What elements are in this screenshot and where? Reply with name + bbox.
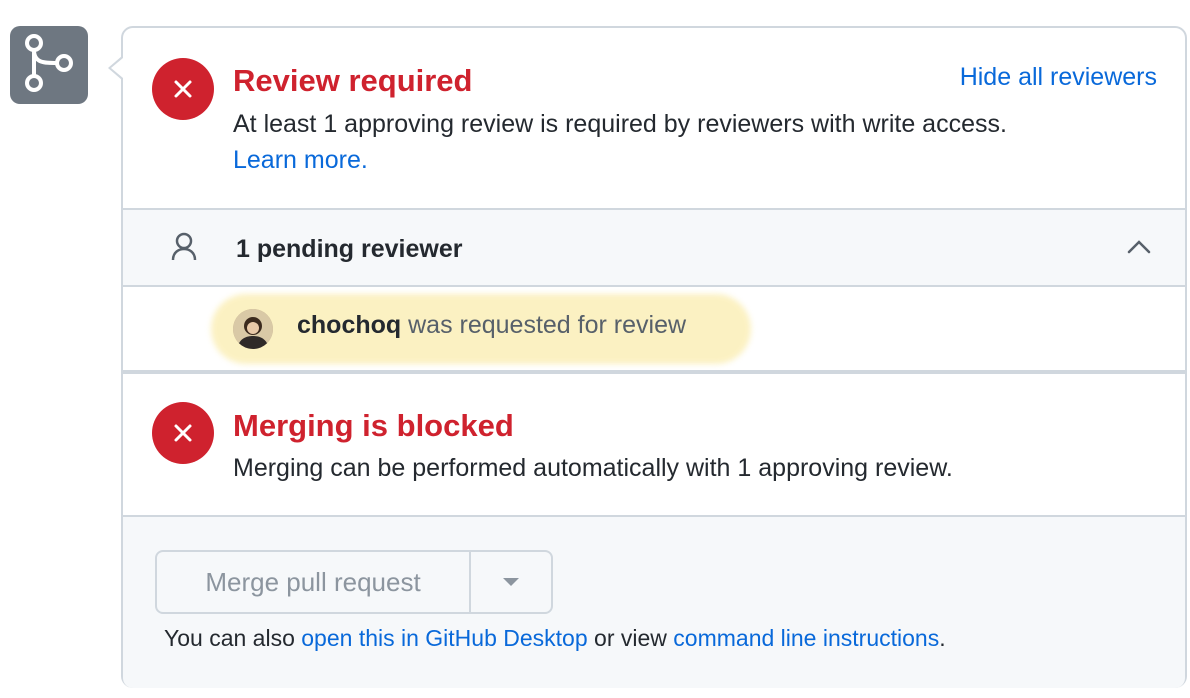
also-suffix: . (939, 625, 946, 651)
also-middle: or view (587, 625, 674, 651)
person-icon (171, 232, 197, 267)
chevron-up-icon[interactable] (1127, 240, 1151, 259)
alternate-merge-options: You can also open this in GitHub Desktop… (164, 625, 946, 652)
reviewer-status-text: chochoq was requested for review (297, 311, 686, 340)
merge-box: Review required At least 1 approving rev… (121, 26, 1187, 688)
merge-pull-request-button[interactable]: Merge pull request (157, 552, 471, 612)
git-branch-icon (22, 33, 76, 98)
learn-more-link[interactable]: Learn more. (233, 146, 368, 174)
caret-down-icon (503, 578, 519, 586)
panel-pointer-fill (111, 58, 123, 78)
reviewer-status: was requested for review (401, 311, 687, 339)
merging-blocked-title: Merging is blocked (233, 408, 514, 443)
review-required-title: Review required (233, 63, 473, 98)
merge-button-group: Merge pull request (155, 550, 553, 614)
review-required-section: Review required At least 1 approving rev… (123, 28, 1185, 208)
pending-reviewers-label: 1 pending reviewer (236, 235, 463, 263)
merging-blocked-description: Merging can be performed automatically w… (233, 454, 953, 482)
blocked-error-icon (152, 402, 214, 464)
merge-status-badge (10, 26, 88, 104)
reviewer-row: chochoq was requested for review (123, 287, 1185, 373)
section-divider (123, 370, 1185, 374)
review-required-description: At least 1 approving review is required … (233, 110, 1007, 138)
merge-footer: Merge pull request You can also open thi… (123, 515, 1185, 688)
pending-reviewers-header[interactable]: 1 pending reviewer (123, 208, 1185, 287)
hide-all-reviewers-link[interactable]: Hide all reviewers (960, 63, 1157, 92)
github-desktop-link[interactable]: open this in GitHub Desktop (301, 625, 587, 651)
review-error-icon (152, 58, 214, 120)
avatar[interactable] (233, 309, 273, 349)
also-prefix: You can also (164, 625, 302, 651)
command-line-instructions-link[interactable]: command line instructions (673, 625, 939, 651)
merge-options-dropdown[interactable] (471, 552, 551, 612)
reviewer-name-link[interactable]: chochoq (297, 311, 401, 339)
